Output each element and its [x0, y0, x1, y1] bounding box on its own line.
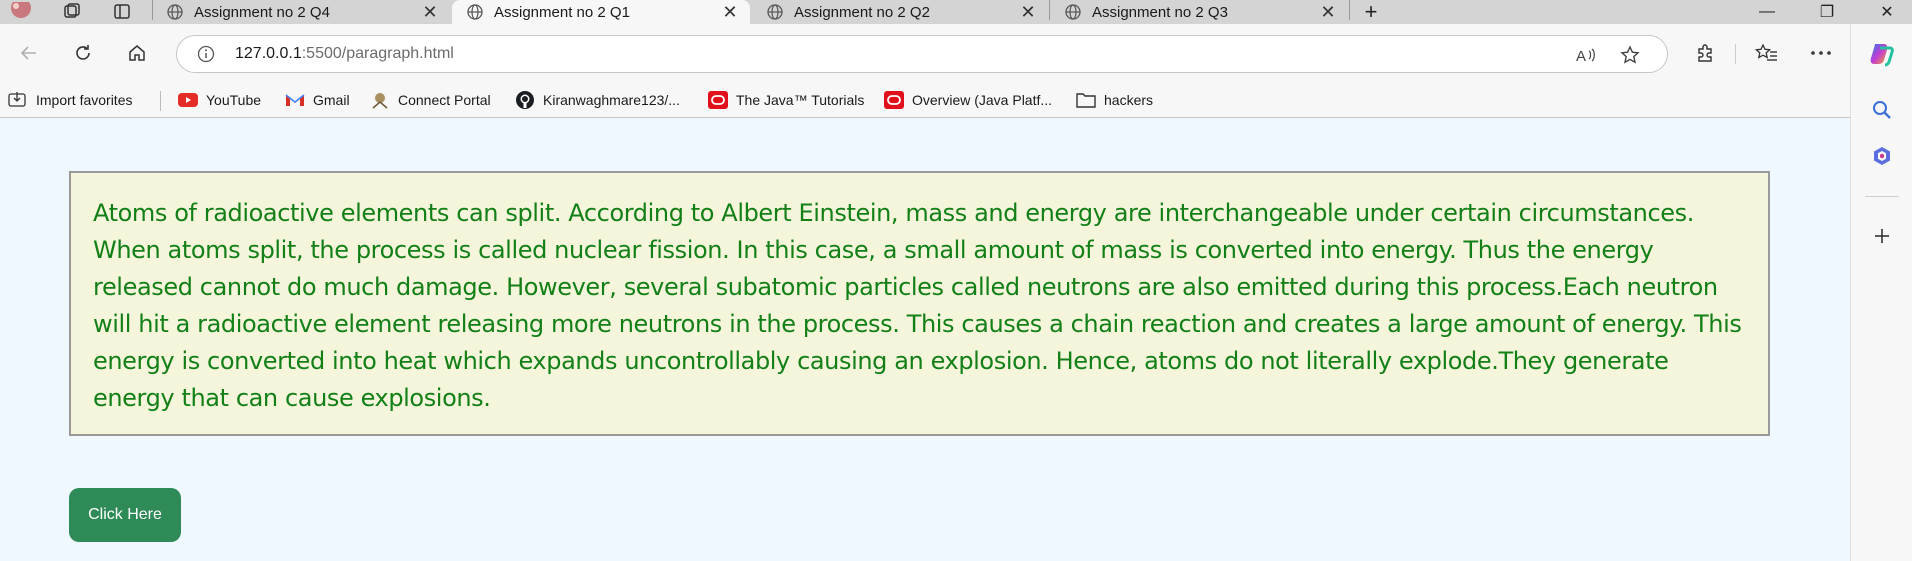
back-arrow-icon	[20, 46, 36, 60]
navigation-toolbar: 127.0.0.1:5500/paragraph.html A	[0, 24, 1850, 82]
favorite-connect-portal[interactable]: Connect Portal	[370, 88, 491, 112]
tab-title: Assignment no 2 Q3	[1092, 3, 1228, 21]
favorite-label: Import favorites	[36, 92, 133, 108]
site-info-icon[interactable]	[197, 45, 215, 63]
page-content: Atoms of radioactive elements can split.…	[0, 118, 1850, 561]
close-window-button[interactable]: ✕	[1864, 0, 1910, 24]
vertical-tabs-icon[interactable]	[108, 0, 136, 24]
paragraph-box: Atoms of radioactive elements can split.…	[69, 171, 1770, 436]
more-options-button[interactable]	[1806, 38, 1836, 68]
paragraph-text: Atoms of radioactive elements can split.…	[93, 199, 1742, 412]
favorites-separator	[160, 91, 161, 111]
edge-sidebar	[1850, 24, 1912, 561]
new-tab-button[interactable]: +	[1348, 0, 1394, 24]
favorite-star-button[interactable]	[1615, 40, 1645, 70]
profile-avatar-icon[interactable]	[4, 0, 38, 24]
svg-text:A: A	[1576, 48, 1586, 65]
folder-icon	[1076, 90, 1096, 110]
favorite-import[interactable]: Import favorites	[8, 88, 132, 112]
sidebar-divider	[1865, 196, 1899, 197]
globe-icon	[466, 3, 484, 21]
close-tab-icon[interactable]: ✕	[418, 2, 442, 23]
favorite-label: YouTube	[206, 92, 262, 108]
favorite-java-overview[interactable]: Overview (Java Platf...	[884, 88, 1052, 112]
tab-q2[interactable]: Assignment no 2 Q2 ✕	[752, 0, 1048, 24]
tab-q1[interactable]: Assignment no 2 Q1 ✕	[452, 0, 750, 24]
click-here-button[interactable]: Click Here	[69, 488, 181, 542]
tab-strip: Assignment no 2 Q4 ✕ Assignment no 2 Q1 …	[0, 0, 1912, 24]
import-icon	[8, 90, 28, 110]
home-icon	[129, 45, 145, 61]
portal-icon	[370, 90, 390, 110]
close-tab-icon[interactable]: ✕	[718, 2, 742, 23]
favorites-list-icon	[1755, 43, 1777, 61]
puzzle-icon	[1698, 44, 1712, 62]
search-icon	[1873, 101, 1891, 119]
github-icon	[515, 90, 535, 110]
tab-title: Assignment no 2 Q2	[794, 3, 930, 21]
oracle-icon	[708, 90, 728, 110]
oracle-icon	[884, 90, 904, 110]
plus-icon	[1875, 229, 1889, 243]
globe-icon	[1064, 3, 1082, 21]
gmail-icon	[285, 90, 305, 110]
close-tab-icon[interactable]: ✕	[1316, 2, 1340, 23]
ellipsis-icon	[1811, 51, 1831, 55]
url-text[interactable]: 127.0.0.1:5500/paragraph.html	[235, 45, 454, 63]
favorite-github[interactable]: Kiranwaghmare123/...	[515, 88, 680, 112]
favorite-folder-hackers[interactable]: hackers	[1076, 88, 1153, 112]
favorite-youtube[interactable]: YouTube	[178, 88, 261, 112]
tab-title: Assignment no 2 Q1	[494, 3, 630, 21]
extensions-button[interactable]	[1690, 38, 1720, 68]
office-button[interactable]	[1866, 140, 1898, 172]
restore-button[interactable]: ❐	[1804, 0, 1850, 24]
address-bar[interactable]: 127.0.0.1:5500/paragraph.html A	[176, 35, 1668, 73]
workspaces-icon[interactable]	[58, 0, 86, 24]
youtube-icon	[178, 90, 198, 110]
star-icon	[1620, 45, 1640, 64]
search-button[interactable]	[1866, 94, 1898, 126]
globe-icon	[166, 3, 184, 21]
toolbar-divider	[1735, 44, 1736, 64]
tab-q3[interactable]: Assignment no 2 Q3 ✕	[1050, 0, 1348, 24]
copilot-button[interactable]	[1866, 38, 1898, 70]
back-button[interactable]	[14, 38, 44, 68]
favorite-java-tutorials[interactable]: The Java™ Tutorials	[708, 88, 864, 112]
tab-q4[interactable]: Assignment no 2 Q4 ✕	[152, 0, 450, 24]
favorite-label: Connect Portal	[398, 92, 491, 108]
url-host: 127.0.0.1	[235, 45, 302, 62]
favorite-label: Overview (Java Platf...	[912, 92, 1053, 108]
favorite-label: The Java™ Tutorials	[736, 92, 865, 108]
globe-icon	[766, 3, 784, 21]
refresh-button[interactable]	[68, 38, 98, 68]
favorite-gmail[interactable]: Gmail	[285, 88, 350, 112]
office-icon	[1874, 147, 1890, 165]
favorite-label: Kiranwaghmare123/...	[543, 92, 680, 108]
add-sidebar-app-button[interactable]	[1866, 220, 1898, 252]
copilot-icon	[1870, 44, 1894, 67]
favorite-label: Gmail	[313, 92, 350, 108]
url-path: :5500/paragraph.html	[301, 45, 454, 62]
favorites-bar: Import favorites YouTube Gmail Connect P…	[0, 82, 1850, 118]
home-button[interactable]	[122, 38, 152, 68]
refresh-icon	[76, 45, 90, 60]
tab-title: Assignment no 2 Q4	[194, 3, 330, 21]
favorite-label: hackers	[1104, 92, 1154, 108]
favorites-button[interactable]	[1752, 38, 1782, 68]
close-tab-icon[interactable]: ✕	[1016, 2, 1040, 23]
read-aloud-icon: A	[1576, 48, 1595, 65]
read-aloud-button[interactable]: A	[1571, 40, 1601, 70]
minimize-button[interactable]: —	[1744, 0, 1790, 24]
